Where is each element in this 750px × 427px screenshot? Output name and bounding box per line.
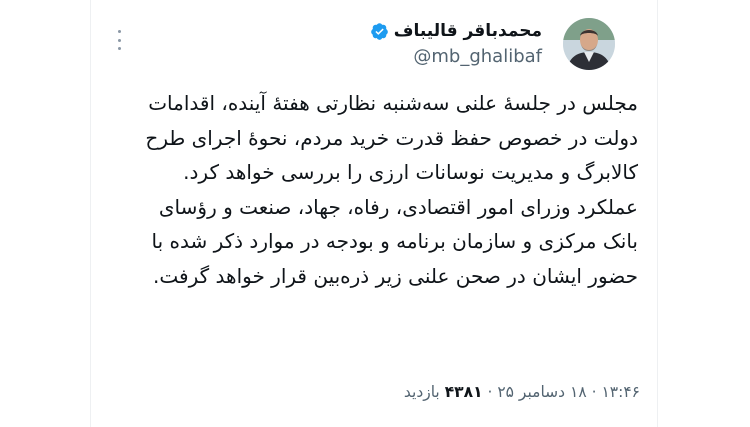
avatar-portrait-icon	[563, 18, 615, 70]
tweet-time[interactable]: ۱۳:۴۶	[601, 383, 640, 401]
more-dot	[117, 38, 121, 42]
meta-separator: ·	[487, 383, 493, 401]
tweet-text: مجلس در جلسهٔ علنی سه‌شنبه نظارتی هفتهٔ …	[118, 86, 638, 293]
more-dot	[117, 30, 121, 33]
tweet-paragraph-1: مجلس در جلسهٔ علنی سه‌شنبه نظارتی هفتهٔ …	[145, 91, 638, 184]
tweet-date[interactable]: ۱۸ دسامبر ۲۵	[497, 383, 586, 401]
more-options-icon[interactable]	[113, 30, 125, 50]
author-handle[interactable]: @mb_ghalibaf	[413, 46, 542, 68]
tweet-paragraph-2: عملکرد وزرای امور اقتصادی، رفاه، جهاد، ص…	[151, 194, 638, 288]
meta-separator: ·	[591, 383, 597, 401]
author-name-row[interactable]: محمدباقر قالیباف	[370, 20, 542, 42]
views-count: ۴۳۸۱	[444, 383, 483, 401]
avatar[interactable]	[563, 18, 615, 70]
views-label: بازدید	[403, 383, 440, 401]
more-dot	[117, 47, 121, 50]
tweet-meta: ۱۳:۴۶ · ۱۸ دسامبر ۲۵ · ۴۳۸۱ بازدید	[404, 381, 640, 403]
author-name[interactable]: محمدباقر قالیباف	[394, 20, 542, 42]
verified-badge-icon	[370, 22, 388, 40]
